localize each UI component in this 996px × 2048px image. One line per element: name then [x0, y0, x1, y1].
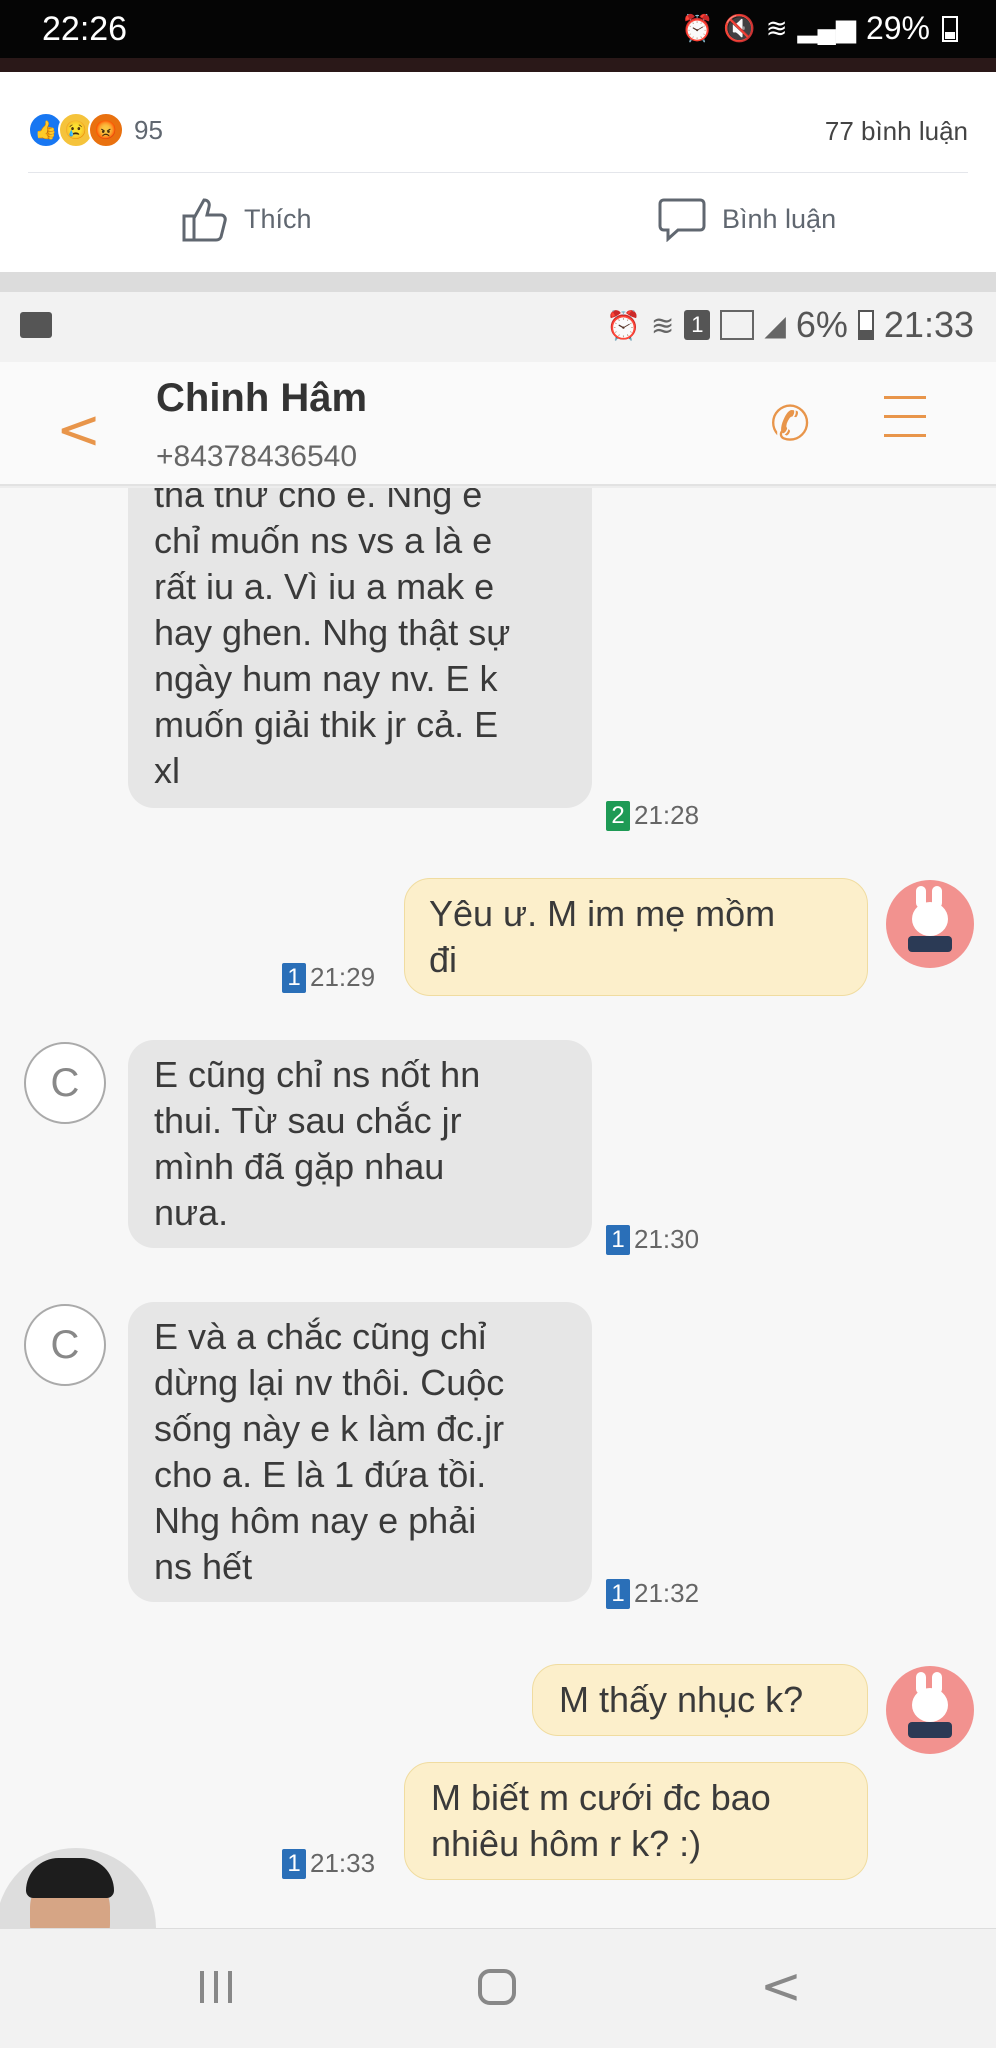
message-line: dừng lại nv thôi. Cuộc: [154, 1362, 505, 1403]
mute-icon: 🔇: [723, 13, 756, 43]
message-time: 21:32: [634, 1578, 700, 1608]
message-line: ngày hum nay nv. E k: [154, 658, 498, 699]
inner-clock: 21:33: [883, 304, 974, 345]
signal-icon: [720, 310, 755, 340]
outgoing-message-bubble[interactable]: Yêu ư. M im mẹ mồm đi: [404, 878, 868, 996]
call-icon[interactable]: ✆: [770, 396, 810, 452]
sim-badge: 2: [606, 800, 630, 831]
contact-name: Chinh Hâm: [156, 376, 368, 420]
inner-status-icons: ⏰ ≋ 1 ◢ 6% 21:33: [606, 304, 974, 346]
sim-badge: 1: [282, 962, 306, 993]
sim-badge: 1: [606, 1578, 630, 1609]
signal-icon: ▂▄▆: [797, 13, 856, 43]
message-timestamp: 2 21:28: [606, 800, 699, 831]
message-line: đi: [429, 939, 458, 980]
message-line: cho a. E là 1 đứa tồi.: [154, 1454, 487, 1495]
recent-apps-button[interactable]: [200, 1971, 232, 2003]
message-line: M thấy nhục k?: [559, 1679, 804, 1720]
my-avatar[interactable]: [886, 1666, 974, 1754]
back-icon[interactable]: <: [56, 398, 101, 461]
message-line: E và a chắc cũng chỉ: [154, 1316, 487, 1357]
message-line: hay ghen. Nhg thật sự: [154, 612, 511, 653]
message-line: thui. Từ sau chắc jr: [154, 1100, 462, 1141]
incoming-message-bubble[interactable]: tha thứ cho e. Nhg e chỉ muốn ns vs a là…: [128, 488, 592, 808]
conversation-header: < Chinh Hâm +84378436540 ✆: [0, 362, 996, 486]
sim-badge: 1: [606, 1224, 630, 1255]
wifi-icon: ≋: [765, 13, 788, 43]
signal-weak-icon: ◢: [764, 309, 786, 341]
my-avatar[interactable]: [886, 880, 974, 968]
chat-head-avatar[interactable]: [0, 1848, 156, 1928]
message-line: E cũng chỉ ns nốt hn: [154, 1054, 481, 1095]
like-button[interactable]: Thích: [180, 196, 312, 242]
outgoing-message-bubble[interactable]: M biết m cưới đc bao nhiêu hôm r k? :): [404, 1762, 868, 1880]
like-icon: [182, 198, 227, 242]
contact-number: +84378436540: [156, 440, 358, 473]
message-line: chỉ muốn ns vs a là e: [154, 520, 493, 561]
outgoing-message-bubble[interactable]: M thấy nhục k?: [532, 1664, 868, 1736]
comment-button[interactable]: Bình luận: [658, 196, 836, 242]
message-line: Nhg hôm nay e phải: [154, 1500, 477, 1541]
comment-label: Bình luận: [722, 203, 837, 234]
contact-avatar[interactable]: C: [24, 1304, 106, 1386]
nav-back-button[interactable]: <: [760, 1957, 802, 2015]
menu-icon[interactable]: [884, 396, 926, 438]
message-line: sống này e k làm đc.jr: [154, 1408, 505, 1449]
message-line: nưa.: [154, 1192, 229, 1233]
like-label: Thích: [244, 203, 312, 234]
reactions-summary[interactable]: 👍 😢 😡 95: [28, 112, 163, 148]
divider: [28, 172, 968, 173]
reaction-count: 95: [134, 114, 163, 145]
wifi-icon: ≋: [650, 309, 675, 341]
message-line: nhiêu hôm r k? :): [431, 1823, 702, 1864]
message-timestamp: 1 21:33: [282, 1848, 375, 1879]
message-time: 21:33: [310, 1848, 376, 1878]
message-thread[interactable]: tha thứ cho e. Nhg e chỉ muốn ns vs a là…: [0, 488, 996, 1928]
home-button[interactable]: [478, 1969, 516, 2005]
section-gap: [0, 272, 996, 292]
battery-percent: 29%: [865, 10, 930, 46]
inner-status-bar: ⏰ ≋ 1 ◢ 6% 21:33: [0, 292, 996, 362]
comments-count[interactable]: 77 bình luận: [825, 116, 968, 147]
message-line: rất iu a. Vì iu a mak e: [154, 566, 495, 607]
message-line: xl: [154, 750, 180, 791]
angry-reaction-icon: 😡: [88, 112, 124, 148]
message-line: muốn giải thik jr cả. E: [154, 704, 499, 745]
os-status-icons: ⏰ 🔇 ≋ ▂▄▆ 29%: [681, 10, 958, 47]
charging-battery-icon: [857, 310, 874, 340]
message-timestamp: 1 21:29: [282, 962, 375, 993]
message-line: M biết m cưới đc bao: [431, 1777, 771, 1818]
os-status-bar: 22:26 ⏰ 🔇 ≋ ▂▄▆ 29%: [0, 0, 996, 58]
battery-icon: [942, 15, 958, 42]
alarm-icon: ⏰: [605, 309, 641, 341]
message-line: tha thứ cho e. Nhg e: [154, 488, 483, 515]
os-clock: 22:26: [42, 10, 128, 48]
message-timestamp: 1 21:30: [606, 1224, 699, 1255]
message-line: mình đã gặp nhau: [154, 1146, 445, 1187]
message-time: 21:29: [310, 962, 376, 992]
incoming-message-bubble[interactable]: E cũng chỉ ns nốt hn thui. Từ sau chắc j…: [128, 1040, 592, 1248]
comment-icon: [658, 198, 706, 242]
contact-avatar[interactable]: C: [24, 1042, 106, 1124]
message-time: 21:30: [634, 1224, 700, 1254]
inner-battery-percent: 6%: [795, 304, 848, 345]
message-time: 21:28: [634, 800, 700, 830]
facebook-post-footer: 👍 😢 😡 95 77 bình luận Thích Bình luận: [0, 72, 996, 272]
message-notification-icon: [20, 312, 52, 338]
message-line: Yêu ư. M im mẹ mồm: [429, 893, 776, 934]
sim-icon: 1: [684, 310, 711, 340]
navigation-bar: <: [0, 1928, 996, 2048]
message-timestamp: 1 21:32: [606, 1578, 699, 1609]
alarm-icon: ⏰: [680, 13, 714, 43]
status-strip: [0, 58, 996, 72]
incoming-message-bubble[interactable]: E và a chắc cũng chỉ dừng lại nv thôi. C…: [128, 1302, 592, 1602]
sim-badge: 1: [282, 1848, 306, 1879]
message-line: ns hết: [154, 1546, 253, 1587]
